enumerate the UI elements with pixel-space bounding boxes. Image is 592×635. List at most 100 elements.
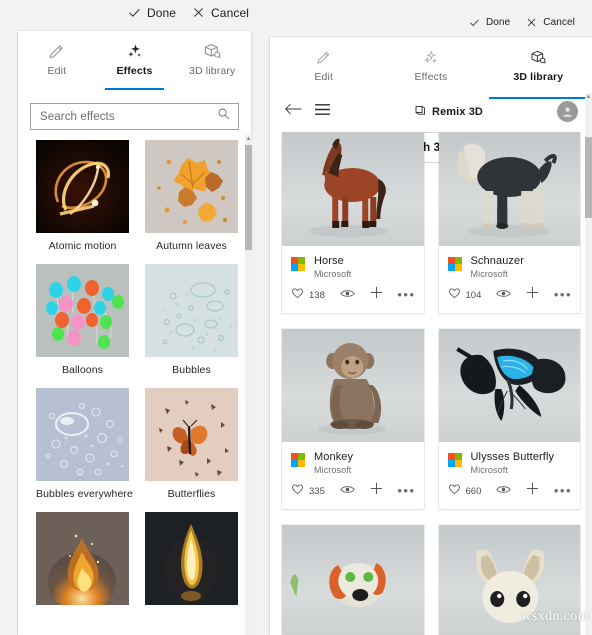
- effect-item[interactable]: [145, 512, 238, 624]
- plus-icon: [526, 482, 539, 500]
- left-panel-card: Edit Effects 3D library Search effects A…: [18, 31, 252, 635]
- model-meta: Monkey Microsoft: [282, 442, 424, 481]
- plus-icon: [370, 482, 383, 500]
- right-window-topbar: Done Cancel: [261, 10, 592, 35]
- menu-button[interactable]: [314, 103, 348, 121]
- more-button[interactable]: •••: [397, 288, 415, 301]
- like-button[interactable]: 104: [448, 286, 481, 304]
- view-button[interactable]: [496, 286, 511, 304]
- add-button[interactable]: [370, 286, 383, 304]
- effect-item[interactable]: Bubbles: [145, 264, 238, 388]
- effect-label: Bubbles everywhere: [36, 488, 133, 500]
- like-button[interactable]: 138: [291, 286, 325, 304]
- effect-thumbnail-bubbles: [145, 264, 238, 357]
- left-done-button[interactable]: Done: [120, 4, 184, 22]
- right-panel-card: Edit Effects 3D library Remix 3D Horse M…: [270, 37, 592, 635]
- effect-thumbnail-candle-flame: [145, 512, 238, 605]
- model-thumbnail-schnauzer: [438, 133, 580, 246]
- microsoft-logo-icon: [447, 453, 463, 468]
- tab-edit-label: Edit: [47, 64, 67, 77]
- scroll-up-arrow-icon[interactable]: ▲: [585, 93, 592, 102]
- models-scrollbar[interactable]: ▲: [585, 93, 592, 635]
- model-thumbnail-monkey: [282, 329, 424, 442]
- heart-icon: [291, 286, 304, 304]
- search-icon[interactable]: [217, 107, 231, 126]
- add-button[interactable]: [370, 482, 383, 500]
- models-grid: Horse Microsoft 138 ••• Schnauzer Micros…: [270, 122, 592, 635]
- left-cancel-label: Cancel: [211, 5, 249, 20]
- scroll-up-arrow-icon[interactable]: ▲: [245, 135, 252, 144]
- more-button[interactable]: •••: [554, 288, 572, 301]
- model-card[interactable]: [438, 525, 580, 635]
- tab-effects[interactable]: Effects: [377, 37, 484, 93]
- effect-item[interactable]: [36, 512, 129, 624]
- paint3d-window-effects: Done Cancel Edit Effects 3D library Sear…: [0, 0, 261, 635]
- close-icon: [526, 17, 537, 28]
- more-button[interactable]: •••: [554, 484, 572, 497]
- model-card[interactable]: Monkey Microsoft 335 •••: [282, 329, 424, 509]
- effect-label: Balloons: [61, 364, 104, 376]
- models-scrollbar-thumb[interactable]: [585, 137, 592, 218]
- model-author: Microsoft: [470, 269, 508, 279]
- tab-3d-library[interactable]: 3D library: [485, 37, 592, 99]
- model-author: Microsoft: [314, 269, 352, 279]
- remix3d-icon: [414, 104, 427, 120]
- effect-item[interactable]: Butterflies: [145, 388, 238, 512]
- like-button[interactable]: 660: [448, 482, 481, 500]
- model-author: Microsoft: [314, 465, 352, 475]
- hamburger-icon: [314, 103, 331, 121]
- heart-icon: [291, 482, 304, 500]
- models-scroll-region: Horse Microsoft 138 ••• Schnauzer Micros…: [270, 122, 592, 635]
- check-icon: [469, 17, 480, 28]
- tab-edit[interactable]: Edit: [18, 31, 96, 87]
- effects-scrollbar[interactable]: ▲: [245, 135, 252, 635]
- account-avatar-icon[interactable]: [557, 101, 578, 122]
- model-card[interactable]: Horse Microsoft 138 •••: [282, 133, 424, 313]
- left-cancel-button[interactable]: Cancel: [184, 4, 257, 22]
- model-card[interactable]: Schnauzer Microsoft 104 •••: [438, 133, 581, 313]
- search-effects-field[interactable]: Search effects: [30, 103, 239, 130]
- like-button[interactable]: 335: [291, 482, 325, 500]
- model-card[interactable]: Ulysses Butterfly Microsoft 660 •••: [438, 329, 581, 509]
- effect-item[interactable]: Bubbles everywhere: [36, 388, 133, 512]
- effects-scrollbar-thumb[interactable]: [245, 145, 252, 250]
- effect-item[interactable]: Balloons: [36, 264, 129, 388]
- remix3d-brand: Remix 3D: [348, 104, 549, 120]
- effect-item[interactable]: Autumn leaves: [145, 140, 238, 264]
- tab-effects-label: Effects: [116, 64, 153, 77]
- tab-effects-label: Effects: [414, 70, 448, 83]
- tab-3d-library-label: 3D library: [513, 70, 564, 83]
- effect-label: Atomic motion: [48, 240, 117, 252]
- add-button[interactable]: [526, 482, 539, 500]
- tab-edit[interactable]: Edit: [270, 37, 377, 93]
- search-effects-input[interactable]: Search effects: [40, 111, 217, 123]
- effect-thumbnail-bubbles-everywhere: [36, 388, 129, 481]
- model-thumbnail-butterfly: [438, 329, 580, 442]
- microsoft-logo-icon: [291, 257, 306, 272]
- add-button[interactable]: [526, 286, 539, 304]
- view-button[interactable]: [496, 482, 511, 500]
- effect-label: Autumn leaves: [156, 240, 227, 252]
- eye-icon: [340, 286, 355, 304]
- effects-grid: Atomic motion Autumn leaves Balloons Bub…: [18, 131, 238, 624]
- microsoft-logo-icon: [447, 257, 463, 272]
- view-button[interactable]: [340, 286, 355, 304]
- more-button[interactable]: •••: [397, 484, 415, 497]
- model-title: Horse: [314, 255, 344, 267]
- model-actions: 104 •••: [439, 285, 581, 313]
- model-meta: Ulysses Butterfly Microsoft: [439, 442, 581, 481]
- right-done-button[interactable]: Done: [461, 15, 518, 30]
- eye-icon: [340, 482, 355, 500]
- tab-edit-label: Edit: [314, 70, 334, 83]
- model-card[interactable]: [282, 525, 424, 635]
- tab-effects[interactable]: Effects: [96, 31, 174, 90]
- right-cancel-button[interactable]: Cancel: [518, 15, 583, 30]
- view-button[interactable]: [340, 482, 355, 500]
- model-thumbnail-chihuahua: [438, 525, 580, 635]
- back-button[interactable]: [284, 102, 314, 121]
- effect-item[interactable]: Atomic motion: [36, 140, 129, 264]
- model-author: Microsoft: [470, 465, 508, 475]
- tab-3d-library[interactable]: 3D library: [173, 31, 251, 87]
- eye-icon: [496, 482, 511, 500]
- cube-icon: [529, 48, 547, 68]
